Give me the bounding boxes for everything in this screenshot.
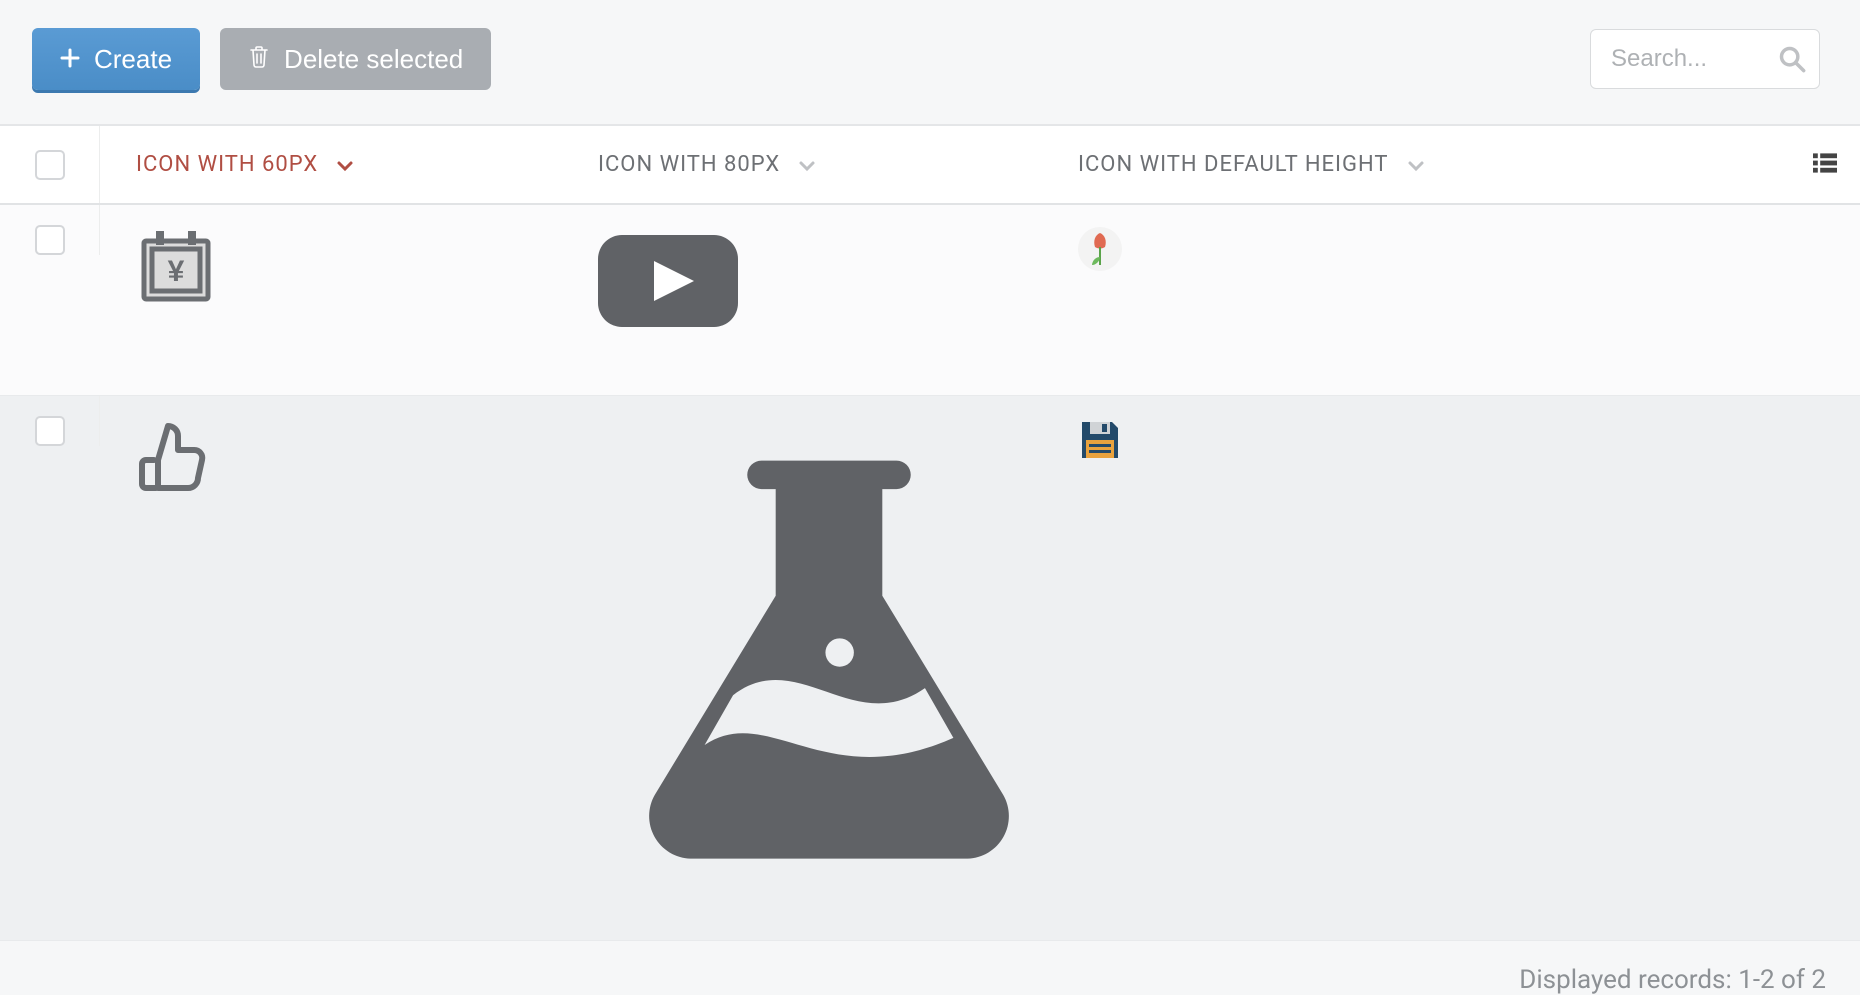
- create-button[interactable]: Create: [32, 28, 200, 90]
- table-row[interactable]: [0, 396, 1860, 941]
- table-row[interactable]: ¥: [0, 205, 1860, 396]
- cell-icon-default: [1060, 205, 1860, 395]
- row-select-cell: [0, 396, 100, 446]
- search-icon: [1778, 45, 1806, 73]
- records-table: ICON WITH 60PX ICON WITH 80PX ICON WITH …: [0, 125, 1860, 941]
- trash-icon: [248, 44, 270, 75]
- column-label: ICON WITH 80PX: [598, 152, 780, 177]
- records-footer: Displayed records: 1-2 of 2: [0, 941, 1860, 995]
- svg-text:¥: ¥: [168, 255, 185, 288]
- plus-icon: [60, 44, 80, 75]
- cell-icon-60: ¥: [100, 205, 580, 395]
- column-label: ICON WITH DEFAULT HEIGHT: [1078, 152, 1389, 177]
- chevron-down-icon: [336, 156, 354, 174]
- row-checkbox[interactable]: [35, 225, 65, 255]
- thumbs-up-icon: [136, 483, 216, 502]
- row-select-cell: [0, 205, 100, 255]
- cell-icon-default: [1060, 396, 1860, 940]
- list-icon: [1813, 153, 1837, 177]
- column-header-icon-60[interactable]: ICON WITH 60PX: [100, 152, 580, 177]
- select-all-checkbox[interactable]: [35, 150, 65, 180]
- youtube-icon: [598, 320, 738, 339]
- row-checkbox[interactable]: [35, 416, 65, 446]
- select-all-cell: [0, 126, 100, 203]
- table-body: ¥: [0, 205, 1860, 941]
- chevron-down-icon: [798, 156, 816, 174]
- tulip-icon: [1078, 256, 1122, 275]
- create-button-label: Create: [94, 44, 172, 75]
- table-header: ICON WITH 60PX ICON WITH 80PX ICON WITH …: [0, 125, 1860, 205]
- calendar-yen-icon: ¥: [136, 292, 216, 311]
- column-picker-button[interactable]: [1790, 153, 1860, 177]
- floppy-disk-icon: [1078, 447, 1122, 466]
- cell-icon-80: [580, 396, 1060, 940]
- search-field-wrap: [1590, 29, 1820, 89]
- column-label: ICON WITH 60PX: [136, 152, 318, 177]
- column-header-icon-default[interactable]: ICON WITH DEFAULT HEIGHT: [1060, 152, 1790, 177]
- flask-icon: [598, 865, 1060, 884]
- records-count-text: Displayed records: 1-2 of 2: [1519, 965, 1826, 995]
- delete-button-label: Delete selected: [284, 44, 463, 75]
- cell-icon-60: [100, 396, 580, 940]
- cell-icon-80: [580, 205, 1060, 395]
- chevron-down-icon: [1407, 156, 1425, 174]
- column-header-icon-80[interactable]: ICON WITH 80PX: [580, 152, 1060, 177]
- delete-selected-button[interactable]: Delete selected: [220, 28, 491, 90]
- toolbar: Create Delete selected: [0, 0, 1860, 125]
